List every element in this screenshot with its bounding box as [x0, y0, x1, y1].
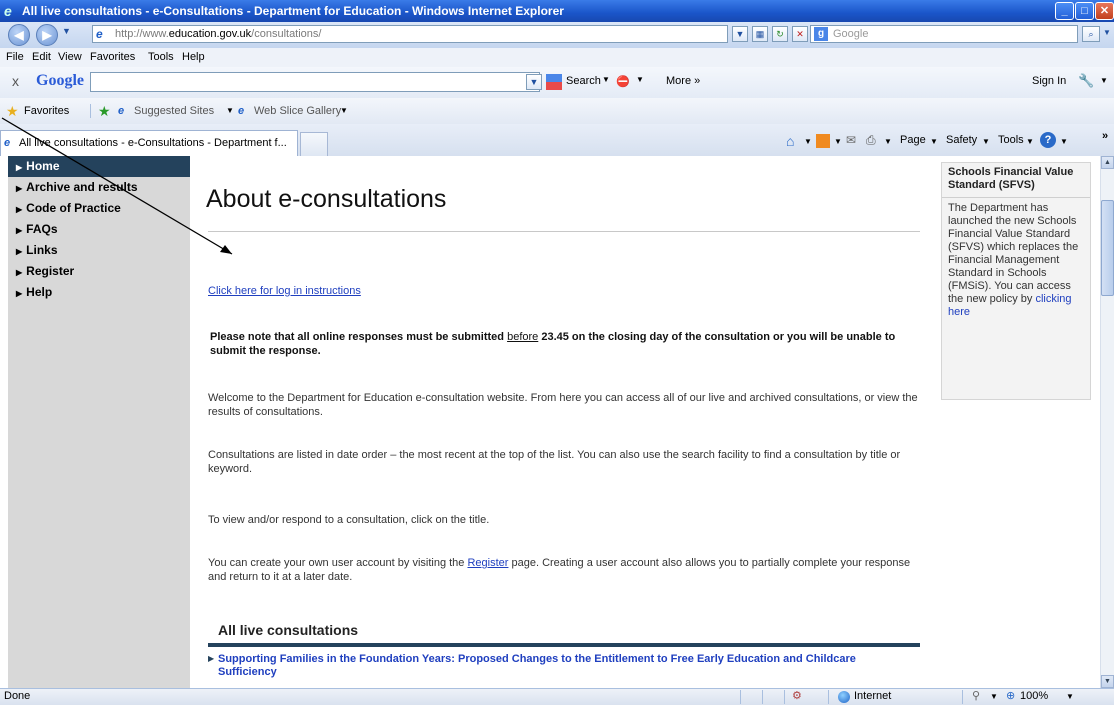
- annotation-arrow: [1, 117, 233, 255]
